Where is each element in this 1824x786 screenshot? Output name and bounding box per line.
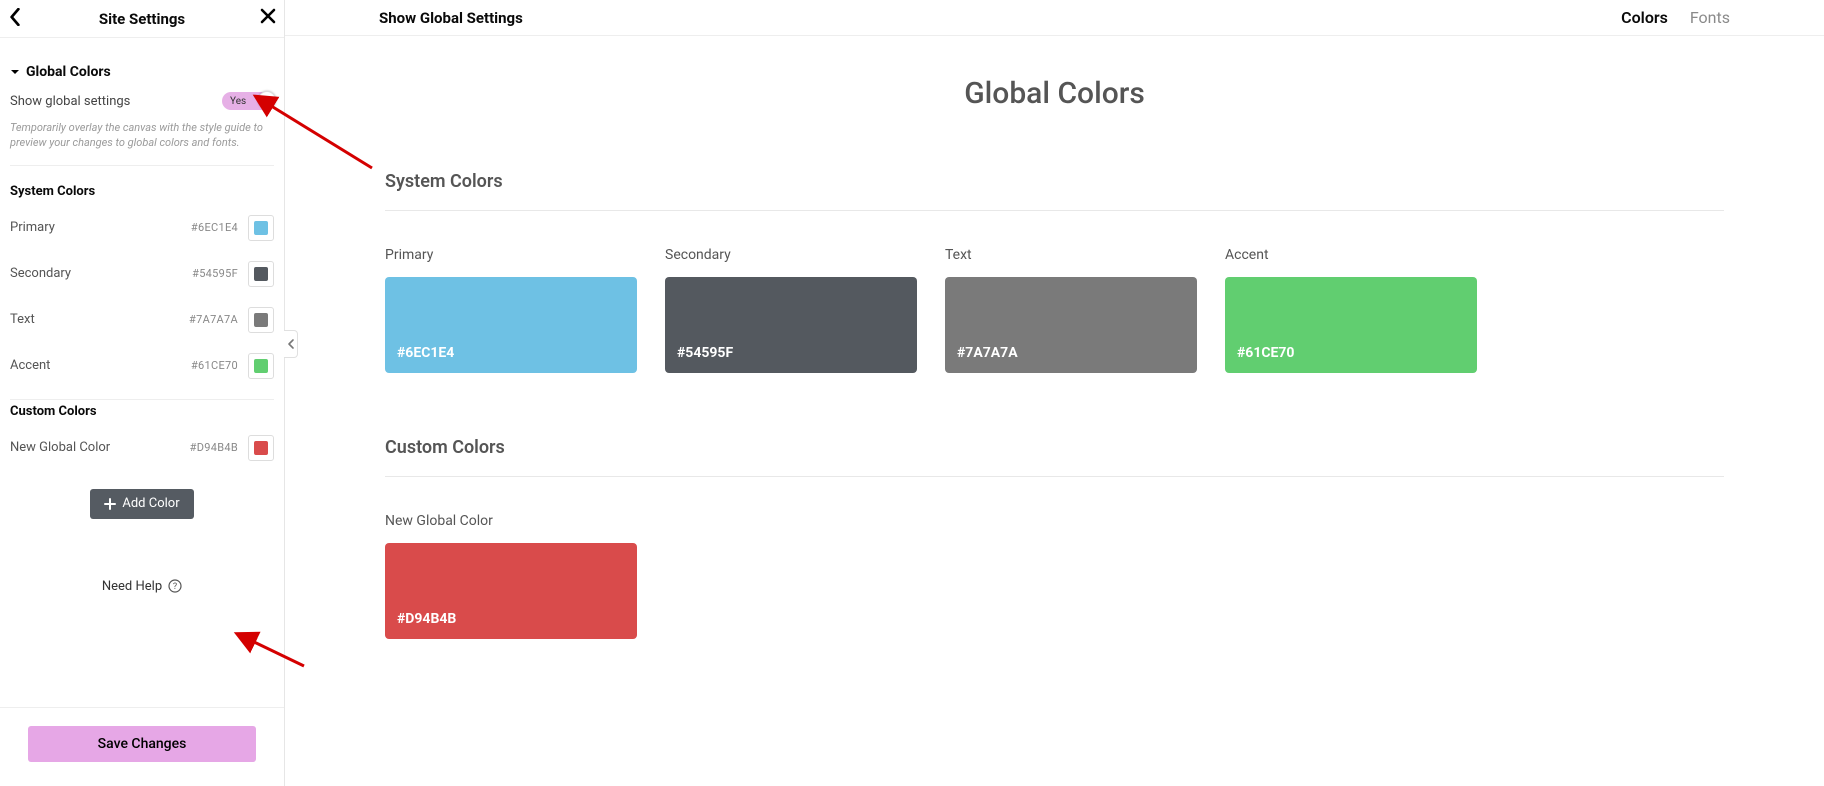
add-color-label: Add Color — [122, 496, 179, 511]
svg-text:?: ? — [173, 582, 177, 592]
back-icon[interactable] — [8, 8, 22, 30]
color-card-hex: #61CE70 — [1237, 345, 1294, 361]
color-row[interactable]: Text #7A7A7A — [10, 297, 274, 343]
close-icon[interactable] — [260, 8, 276, 28]
color-row[interactable]: Accent #61CE70 — [10, 343, 274, 389]
section-toggle-label: Global Colors — [26, 64, 111, 80]
tab-fonts[interactable]: Fonts — [1690, 8, 1730, 27]
color-hex: #54595F — [192, 267, 238, 280]
main-custom-colors-heading: Custom Colors — [385, 437, 1724, 477]
custom-colors-heading: Custom Colors — [10, 399, 274, 419]
add-color-button[interactable]: Add Color — [90, 489, 194, 519]
sidebar-panel: Site Settings Global Colors Show global … — [0, 0, 285, 786]
color-card-label: Secondary — [665, 247, 917, 263]
color-swatch[interactable] — [248, 215, 274, 241]
color-card: New Global Color #D94B4B — [385, 513, 637, 639]
color-swatch[interactable] — [248, 435, 274, 461]
page-title: Global Colors — [385, 76, 1724, 111]
color-card-hex: #6EC1E4 — [397, 345, 454, 361]
color-card-hex: #54595F — [677, 345, 733, 361]
color-hex: #7A7A7A — [189, 313, 238, 326]
color-row[interactable]: Secondary #54595F — [10, 251, 274, 297]
color-card-label: New Global Color — [385, 513, 637, 529]
show-global-settings-toggle[interactable]: Yes — [222, 92, 274, 110]
color-swatch[interactable] — [248, 307, 274, 333]
color-card-swatch: #61CE70 — [1225, 277, 1477, 373]
color-card-swatch: #6EC1E4 — [385, 277, 637, 373]
color-hex: #61CE70 — [191, 359, 238, 372]
tab-colors[interactable]: Colors — [1621, 8, 1668, 27]
toggle-knob — [258, 91, 276, 109]
color-swatch[interactable] — [248, 261, 274, 287]
color-card-swatch: #7A7A7A — [945, 277, 1197, 373]
color-card-swatch: #D94B4B — [385, 543, 637, 639]
main-system-colors-heading: System Colors — [385, 171, 1724, 211]
color-swatch[interactable] — [248, 353, 274, 379]
color-name: New Global Color — [10, 440, 110, 455]
switch-description: Temporarily overlay the canvas with the … — [10, 120, 274, 166]
color-card: Accent #61CE70 — [1225, 247, 1477, 373]
color-hex: #6EC1E4 — [191, 221, 238, 234]
color-card-hex: #7A7A7A — [957, 345, 1018, 361]
save-changes-button[interactable]: Save Changes — [28, 726, 256, 762]
color-name: Primary — [10, 220, 55, 235]
system-colors-heading: System Colors — [10, 184, 274, 199]
switch-label: Show global settings — [10, 94, 130, 109]
collapse-panel-handle[interactable] — [284, 330, 298, 358]
color-card: Secondary #54595F — [665, 247, 917, 373]
color-card-label: Accent — [1225, 247, 1477, 263]
need-help-label: Need Help — [102, 579, 162, 594]
color-card-swatch: #54595F — [665, 277, 917, 373]
color-card: Primary #6EC1E4 — [385, 247, 637, 373]
color-row[interactable]: Primary #6EC1E4 — [10, 205, 274, 251]
main-header-title: Show Global Settings — [379, 9, 523, 27]
section-toggle-global-colors[interactable]: Global Colors — [10, 64, 274, 80]
main-header: Show Global Settings Colors Fonts — [285, 0, 1824, 36]
sidebar-header: Site Settings — [0, 0, 284, 38]
sidebar-title: Site Settings — [99, 10, 185, 28]
color-card: Text #7A7A7A — [945, 247, 1197, 373]
color-name: Accent — [10, 358, 50, 373]
color-name: Secondary — [10, 266, 71, 281]
color-hex: #D94B4B — [190, 441, 238, 454]
need-help-link[interactable]: Need Help ? — [10, 579, 274, 594]
color-card-label: Text — [945, 247, 1197, 263]
color-card-hex: #D94B4B — [397, 611, 456, 627]
color-card-label: Primary — [385, 247, 637, 263]
color-row[interactable]: New Global Color #D94B4B — [10, 425, 274, 471]
toggle-value: Yes — [230, 96, 246, 107]
color-name: Text — [10, 312, 35, 327]
